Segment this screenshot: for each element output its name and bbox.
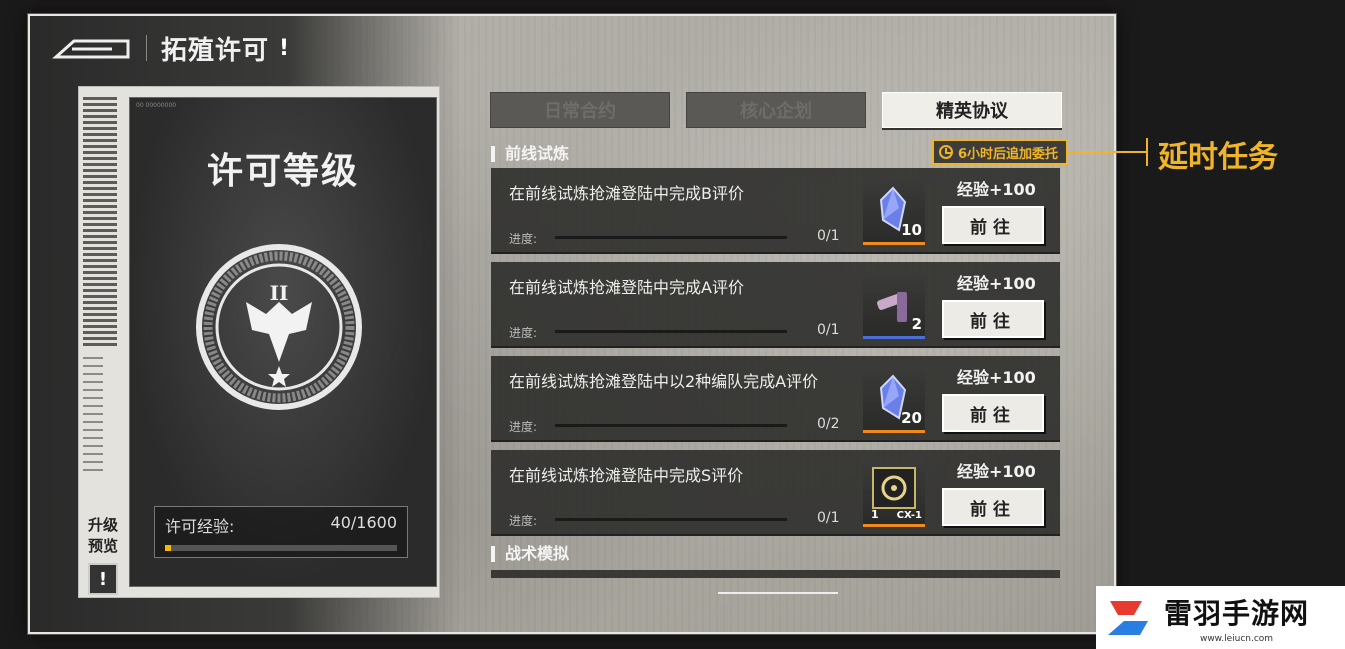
callout-label: 延时任务 bbox=[1158, 140, 1278, 175]
stripe-decoration bbox=[83, 357, 103, 477]
go-button[interactable]: 前往 bbox=[942, 488, 1044, 526]
info-icon[interactable]: ! bbox=[279, 36, 289, 61]
watermark-logo-icon bbox=[1108, 600, 1148, 635]
task-progress-label: 进度: bbox=[509, 326, 538, 340]
emblem-rank: II bbox=[270, 281, 289, 305]
task-row-partial bbox=[491, 570, 1060, 578]
rank-emblem-icon: II bbox=[196, 244, 362, 410]
header-divider bbox=[146, 35, 147, 61]
scroll-indicator[interactable] bbox=[718, 592, 838, 594]
task-count: 0/2 bbox=[817, 416, 840, 432]
watermark-url: www.leiucn.com bbox=[1199, 633, 1274, 644]
task-exp: 经验+100 bbox=[957, 368, 1036, 387]
task-count: 0/1 bbox=[817, 228, 840, 244]
license-exp-box: 许可经验: 40/1600 bbox=[154, 506, 408, 558]
task-row: 在前线试炼抢滩登陆中完成S评价 进度: 0/1 1 CX-1 经验+100 前往 bbox=[491, 450, 1060, 536]
task-progress-bar bbox=[555, 424, 787, 427]
callout-line bbox=[1068, 151, 1148, 153]
task-exp: 经验+100 bbox=[957, 274, 1036, 293]
back-icon[interactable] bbox=[52, 33, 132, 63]
task-progress-label: 进度: bbox=[509, 232, 538, 246]
rarity-bar bbox=[863, 524, 925, 527]
exp-value: 40/1600 bbox=[330, 513, 397, 532]
reward-qty: 1 bbox=[871, 508, 879, 521]
go-button[interactable]: 前往 bbox=[942, 206, 1044, 244]
go-button[interactable]: 前往 bbox=[942, 394, 1044, 432]
task-progress-bar bbox=[555, 236, 787, 239]
timer-text: 6小时后追加委托 bbox=[958, 146, 1059, 162]
task-count: 0/1 bbox=[817, 510, 840, 526]
exp-label: 许可经验: bbox=[165, 517, 235, 536]
exp-progress-fill bbox=[165, 545, 171, 551]
task-count: 0/1 bbox=[817, 322, 840, 338]
reward-qty: 2 bbox=[911, 315, 922, 333]
tab-daily[interactable]: 日常合约 bbox=[490, 92, 670, 128]
reward-qty: 20 bbox=[901, 409, 922, 427]
tab-bar: 日常合约 核心企划 精英协议 bbox=[490, 92, 1062, 128]
task-name: 在前线试炼抢滩登陆中完成A评价 bbox=[509, 278, 744, 297]
exp-progress-bar bbox=[165, 545, 397, 551]
timer-badge: 6小时后追加委托 bbox=[932, 139, 1068, 165]
task-progress-bar bbox=[555, 518, 787, 521]
watermark-title: 雷羽手游网 bbox=[1164, 596, 1310, 630]
task-progress-label: 进度: bbox=[509, 420, 538, 434]
reward-item[interactable]: 1 CX-1 bbox=[863, 462, 925, 527]
task-row: 在前线试炼抢滩登陆中完成A评价 进度: 0/1 2 经验+100 前往 bbox=[491, 262, 1060, 348]
task-name: 在前线试炼抢滩登陆中完成S评价 bbox=[509, 466, 744, 485]
upgrade-preview-button[interactable]: ! bbox=[88, 563, 118, 595]
task-name: 在前线试炼抢滩登陆中以2种编队完成A评价 bbox=[509, 372, 819, 391]
rarity-bar bbox=[863, 242, 925, 245]
page-title: 拓殖许可 bbox=[161, 35, 270, 66]
barcode-decoration bbox=[83, 97, 117, 347]
go-button[interactable]: 前往 bbox=[942, 300, 1044, 338]
card-serial: 00 00000000 bbox=[136, 102, 177, 109]
upgrade-preview[interactable]: 升级预览 ! bbox=[83, 515, 123, 595]
task-name: 在前线试炼抢滩登陆中完成B评价 bbox=[509, 184, 744, 203]
reward-qty: 10 bbox=[901, 221, 922, 239]
rarity-bar bbox=[863, 336, 925, 339]
license-card: 00 00000000 许可等级 II 许可经验: 40/1600 升级预览 ! bbox=[78, 86, 440, 598]
task-progress-label: 进度: bbox=[509, 514, 538, 528]
callout-tick bbox=[1146, 138, 1148, 166]
tab-elite[interactable]: 精英协议 bbox=[882, 92, 1062, 128]
card-panel: 00 00000000 许可等级 II 许可经验: 40/1600 bbox=[129, 97, 437, 587]
rarity-bar bbox=[863, 430, 925, 433]
task-exp: 经验+100 bbox=[957, 462, 1036, 481]
main-window: 拓殖许可 ! 00 00000000 许可等级 II 许可经验: 40/1600 bbox=[28, 14, 1116, 634]
reward-item[interactable]: 20 bbox=[863, 368, 925, 433]
reward-code: CX-1 bbox=[896, 510, 922, 521]
tab-core[interactable]: 核心企划 bbox=[686, 92, 866, 128]
license-level-title: 许可等级 bbox=[206, 151, 359, 192]
watermark: 雷羽手游网 www.leiucn.com bbox=[1096, 586, 1345, 649]
section-tactical: 战术模拟 bbox=[491, 546, 569, 562]
header: 拓殖许可 ! bbox=[52, 28, 289, 68]
clock-icon bbox=[939, 145, 953, 159]
upgrade-preview-label: 升级预览 bbox=[87, 516, 118, 555]
task-row: 在前线试炼抢滩登陆中以2种编队完成A评价 进度: 0/2 20 经验+100 前… bbox=[491, 356, 1060, 442]
task-row: 在前线试炼抢滩登陆中完成B评价 进度: 0/1 10 经验+100 前往 bbox=[491, 168, 1060, 254]
task-exp: 经验+100 bbox=[957, 180, 1036, 199]
reward-item[interactable]: 2 bbox=[863, 274, 925, 339]
task-progress-bar bbox=[555, 330, 787, 333]
reward-item[interactable]: 10 bbox=[863, 180, 925, 245]
section-frontline: 前线试炼 bbox=[491, 146, 569, 162]
